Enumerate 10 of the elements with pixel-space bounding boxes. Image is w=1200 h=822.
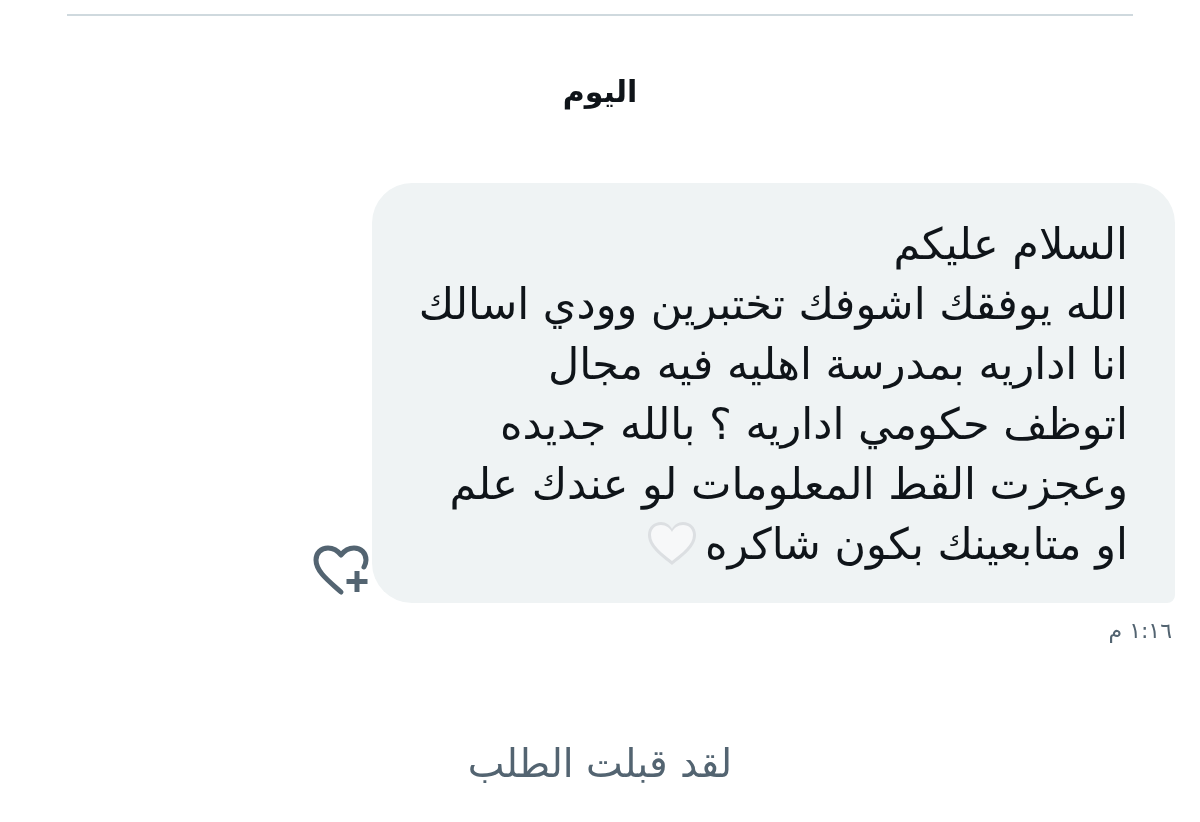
message-timestamp: ١:١٦ م: [1108, 618, 1172, 643]
date-separator: اليوم: [562, 74, 638, 109]
message-text: او متابعينك بكون شاكره: [704, 518, 1128, 572]
message-text: الله يوفقك اشوفك تختبرين وودي اسالك: [418, 278, 1128, 332]
message-text: انا اداريه بمدرسة اهليه فيه مجال: [546, 338, 1128, 391]
message-text: اتوظف حكومي اداريه ؟ بالله جديده: [499, 398, 1128, 452]
system-notice: لقد قبلت الطلب: [467, 741, 733, 786]
message-text: وعجزت القط المعلومات لو عندك علم: [448, 458, 1128, 512]
message-text: السلام عليكم: [892, 218, 1128, 272]
heart-emoji-icon: [646, 521, 697, 567]
